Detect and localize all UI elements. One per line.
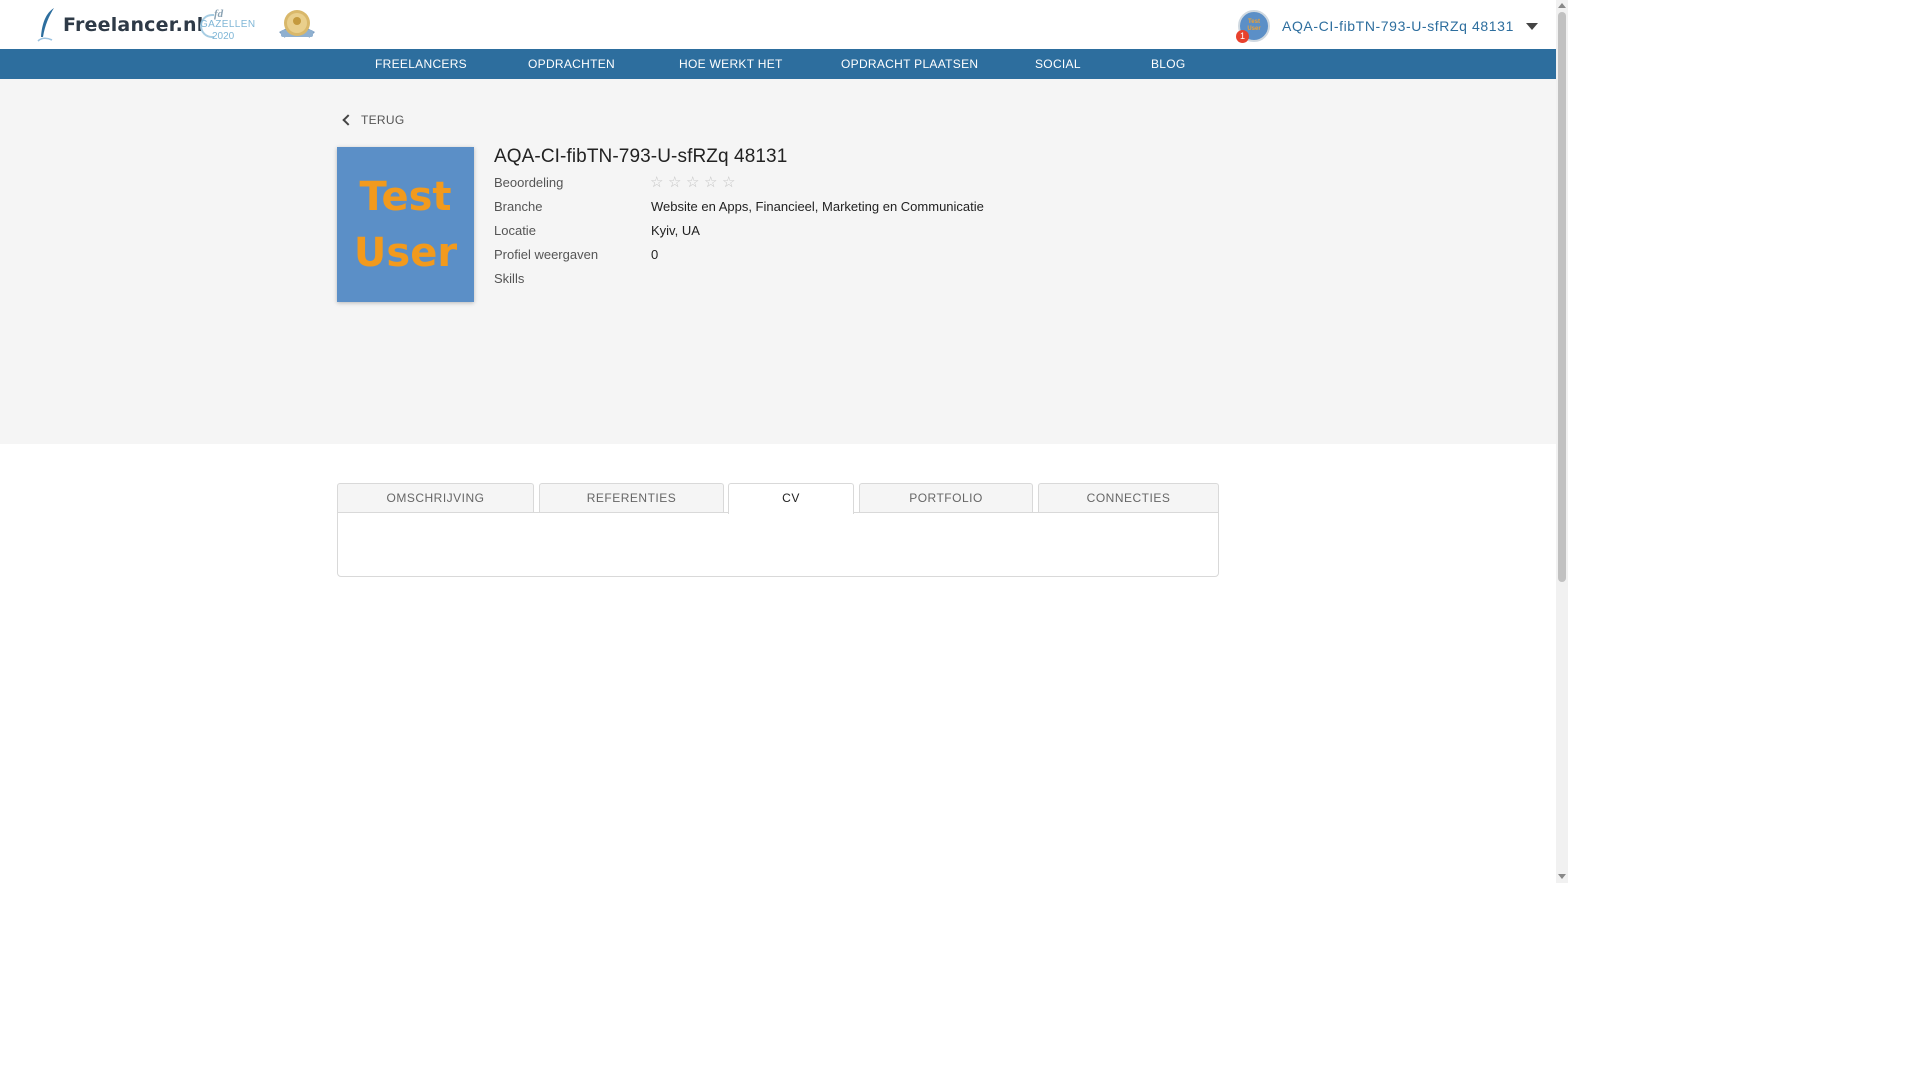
nav-freelancers[interactable]: FREELANCERS [375, 49, 467, 79]
star-icon: ☆ [686, 174, 700, 191]
star-icon: ☆ [650, 174, 664, 191]
page-scrollbar[interactable] [1556, 0, 1568, 883]
skills-label: Skills [494, 271, 525, 286]
chevron-left-icon [342, 114, 354, 126]
gazellen-badge: fd GAZELLEN 2020 [200, 8, 260, 42]
profile-tabs: OMSCHRIJVING REFERENTIES CV PORTFOLIO CO… [337, 483, 1219, 577]
back-link[interactable]: TERUG [338, 113, 405, 127]
star-icon: ☆ [722, 174, 736, 191]
weergaven-value: 0 [651, 247, 659, 262]
avatar-text: Test User [1247, 19, 1261, 32]
tab-portfolio[interactable]: PORTFOLIO [859, 483, 1033, 513]
locatie-value: Kyiv, UA [651, 223, 700, 238]
feather-logo-icon [37, 8, 54, 42]
nav-opdrachten[interactable]: OPDRACHTEN [528, 49, 615, 79]
chevron-down-icon[interactable] [1525, 22, 1538, 30]
photo-text-line-1: Test [359, 173, 452, 220]
nav-opdracht-plaatsen[interactable]: OPDRACHT PLAATSEN [841, 49, 978, 79]
star-icon: ☆ [668, 174, 682, 191]
user-menu[interactable]: Test User 1 AQA-CI-fibTN-793-U-sfRZq 481… [1236, 9, 1538, 43]
tab-cv[interactable]: CV [728, 483, 854, 514]
photo-text-line-2: User [353, 229, 458, 276]
back-label: TERUG [361, 113, 405, 127]
profile-name: AQA-CI-fibTN-793-U-sfRZq 48131 [494, 146, 788, 167]
gazellen-label: GAZELLEN [200, 19, 256, 30]
branche-value: Website en Apps, Financieel, Marketing e… [651, 199, 984, 214]
gazellen-year: 2020 [212, 31, 235, 42]
star-icon: ☆ [704, 174, 718, 191]
tab-omschrijving[interactable]: OMSCHRIJVING [337, 483, 534, 513]
profile-section: TERUG Test User AQA-CI-fibTN-793-U-sfRZq… [0, 79, 1556, 444]
logo-text: Freelancer.nl [63, 14, 204, 36]
tab-referenties[interactable]: REFERENTIES [539, 483, 724, 513]
scroll-down-icon[interactable] [1558, 874, 1566, 879]
freelancer-logo[interactable]: Freelancer.nl [36, 6, 203, 44]
top-header: Freelancer.nl fd GAZELLEN 2020 Test User… [0, 0, 1556, 49]
branche-label: Branche [494, 199, 543, 214]
user-name[interactable]: AQA-CI-fibTN-793-U-sfRZq 48131 [1282, 18, 1514, 34]
avatar[interactable]: Test User 1 [1236, 10, 1270, 43]
nav-hoe-werkt-het[interactable]: HOE WERKT HET [679, 49, 783, 79]
rating-stars: ☆ ☆ ☆ ☆ ☆ [650, 175, 740, 191]
rating-label: Beoordeling [494, 175, 564, 190]
scroll-thumb[interactable] [1558, 12, 1566, 582]
locatie-label: Locatie [494, 223, 536, 238]
scroll-up-icon[interactable] [1558, 3, 1566, 8]
tab-content-panel [337, 512, 1219, 577]
tab-connecties[interactable]: CONNECTIES [1038, 483, 1219, 513]
notification-badge[interactable]: 1 [1236, 30, 1249, 43]
award-badge-icon [279, 10, 315, 38]
profile-photo: Test User [337, 147, 474, 302]
nav-blog[interactable]: BLOG [1151, 49, 1186, 79]
weergaven-label: Profiel weergaven [494, 247, 599, 262]
main-nav: FREELANCERS OPDRACHTEN HOE WERKT HET OPD… [0, 49, 1556, 79]
nav-social[interactable]: SOCIAL [1035, 49, 1081, 79]
